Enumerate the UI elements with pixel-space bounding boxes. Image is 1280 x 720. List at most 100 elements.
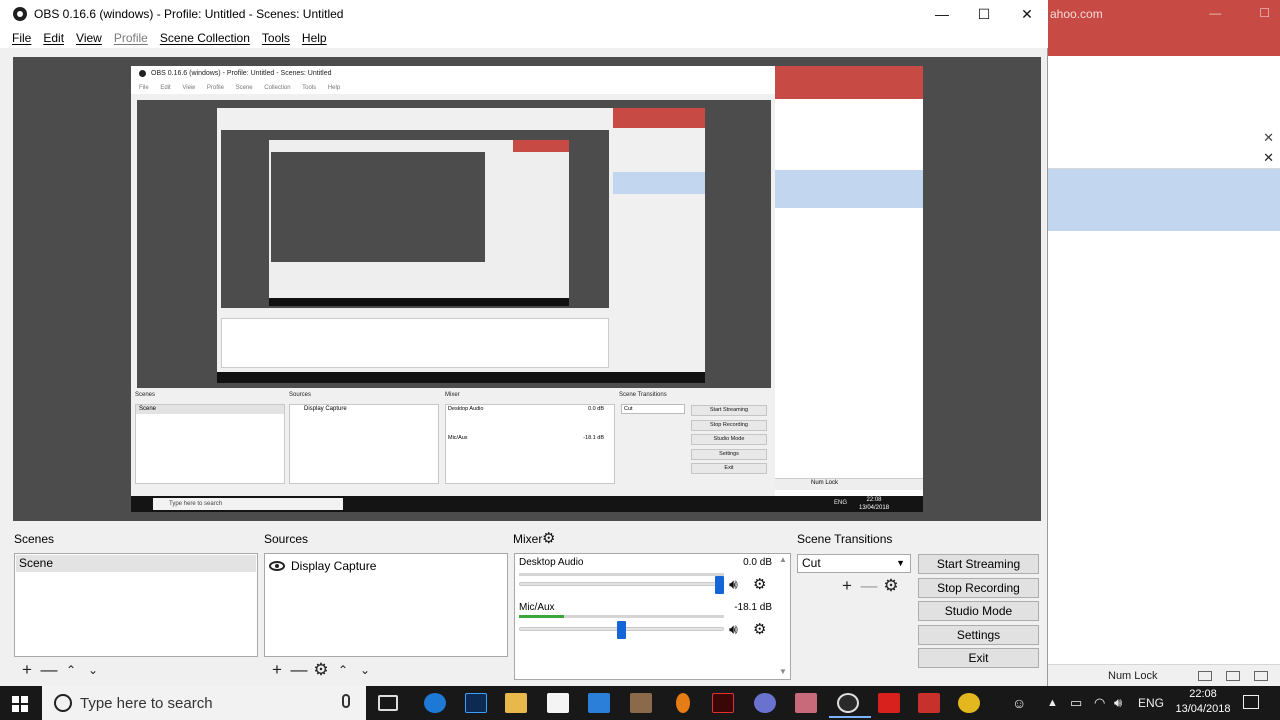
nested-desktop-db: 0.0 dB — [588, 406, 604, 412]
gear-icon[interactable]: ⚙ — [753, 620, 766, 638]
chevron-down-icon: ▼ — [896, 558, 905, 568]
move-down-icon[interactable]: ⌄ — [82, 660, 104, 680]
nested-mic: Mic/Aux — [448, 435, 468, 441]
menu-help[interactable]: Help — [302, 31, 327, 45]
action-center-icon[interactable] — [1243, 695, 1259, 709]
sources-toolbar: + — ⚙ ⌃ ⌄ — [266, 660, 376, 680]
speaker-icon[interactable]: 🔊︎ — [729, 621, 738, 638]
close-icon[interactable]: ✕ — [1263, 130, 1274, 146]
gear-icon[interactable]: ⚙ — [310, 660, 332, 680]
language-indicator[interactable]: ENG — [1138, 686, 1164, 720]
menu-view[interactable]: View — [76, 31, 102, 45]
maximize-button[interactable]: ☐ — [962, 0, 1006, 28]
nested-numlock: Num Lock — [811, 480, 839, 486]
menu-edit[interactable]: Edit — [43, 31, 64, 45]
title-bar[interactable]: OBS 0.16.6 (windows) - Profile: Untitled… — [0, 0, 1048, 28]
settings-sun-icon[interactable] — [958, 693, 980, 713]
volume-icon[interactable]: 🔊︎ — [1114, 686, 1122, 720]
transition-selected-value: Cut — [802, 556, 821, 570]
nested-language: ENG — [834, 500, 848, 506]
close-button[interactable]: ✕ — [1005, 0, 1049, 28]
add-icon[interactable]: + — [266, 660, 288, 680]
chevron-up-icon[interactable]: ▲ — [1047, 686, 1058, 720]
gear-icon[interactable]: ⚙ — [753, 575, 766, 593]
menu-file[interactable]: File — [12, 31, 31, 45]
mail-icon[interactable] — [547, 693, 569, 713]
battery-icon[interactable]: ▭ — [1070, 686, 1082, 720]
speaker-icon[interactable]: 🔊︎ — [729, 576, 738, 593]
mixer-scrollbar[interactable]: ▲ ▼ — [777, 555, 789, 678]
move-up-icon[interactable]: ⌃ — [60, 660, 82, 680]
flash-player-icon[interactable] — [878, 693, 900, 713]
remove-icon[interactable]: — — [288, 660, 310, 680]
archive-icon[interactable] — [795, 693, 817, 713]
cortana-icon — [54, 694, 72, 712]
add-icon[interactable]: + — [16, 660, 38, 680]
store-icon[interactable] — [588, 693, 610, 713]
source-item[interactable]: Display Capture — [269, 557, 376, 574]
studio-mode-button[interactable]: Studio Mode — [918, 601, 1039, 621]
add-icon[interactable]: + — [836, 576, 858, 596]
transition-select[interactable]: Cut ▼ — [797, 554, 911, 573]
nested-preview — [137, 100, 771, 388]
mixer-dock-title: Mixer — [513, 532, 543, 546]
nested-time: 22:08 — [866, 497, 882, 503]
nested-sources-label: Sources — [289, 392, 312, 398]
remove-icon[interactable]: — — [858, 576, 880, 596]
taskbar-search-box[interactable]: Type here to search — [42, 686, 366, 720]
sources-list[interactable]: Display Capture — [264, 553, 508, 657]
close-icon[interactable]: ✕ — [1263, 150, 1274, 166]
preview-canvas[interactable]: OBS 0.16.6 (windows) - Profile: Untitled… — [13, 57, 1041, 521]
page-layout-icon[interactable] — [1225, 670, 1240, 681]
settings-button[interactable]: Settings — [918, 625, 1039, 645]
page-break-icon[interactable] — [1253, 670, 1268, 681]
menu-tools[interactable]: Tools — [262, 31, 290, 45]
mic-aux-level — [519, 615, 564, 618]
microphone-icon[interactable] — [342, 694, 350, 708]
mic-aux-meter — [519, 615, 724, 618]
vlc-icon[interactable] — [676, 693, 690, 713]
background-browser-window[interactable]: ahoo.com — ☐ ✕ ✕ Num Lock — [1048, 0, 1280, 686]
desktop-audio-volume-track[interactable] — [519, 582, 724, 586]
nested-settings: Settings — [691, 449, 767, 460]
remove-icon[interactable]: — — [38, 660, 60, 680]
nested-docks: Scenes Sources Mixer Scene Transitions S… — [131, 390, 775, 486]
scene-item[interactable]: Scene — [16, 555, 256, 572]
menu-profile[interactable]: Profile — [114, 31, 148, 45]
scroll-up-icon[interactable]: ▲ — [779, 555, 787, 564]
paint-icon[interactable] — [630, 693, 652, 713]
nested2-docks — [221, 318, 609, 368]
gear-icon[interactable]: ⚙ — [880, 576, 902, 596]
people-icon[interactable]: ☺ — [1012, 686, 1026, 720]
nested-source-item: Display Capture — [304, 406, 347, 412]
edge-browser-icon[interactable] — [424, 693, 446, 713]
move-down-icon[interactable]: ⌄ — [354, 660, 376, 680]
taskbar-clock[interactable]: 22:08 13/04/2018 — [1175, 687, 1231, 717]
mic-aux-volume-slider[interactable] — [617, 621, 626, 639]
scroll-down-icon[interactable]: ▼ — [779, 667, 787, 676]
wifi-icon[interactable]: ◠ — [1094, 686, 1105, 720]
minimize-button[interactable]: — — [920, 0, 964, 28]
nested2-taskbar — [217, 372, 705, 383]
obs-taskbar-icon[interactable] — [829, 693, 871, 718]
exit-button[interactable]: Exit — [918, 648, 1039, 668]
file-explorer-icon[interactable] — [505, 693, 527, 713]
flash-icon[interactable] — [712, 693, 734, 713]
desktop-audio-volume-slider[interactable] — [715, 576, 724, 594]
menu-scene-collection[interactable]: Scene Collection — [160, 31, 250, 45]
task-view-icon[interactable] — [378, 695, 398, 711]
background-selected-row[interactable] — [1048, 169, 1280, 231]
mixer-gear-icon[interactable]: ⚙ — [542, 529, 555, 547]
scenes-toolbar: + — ⌃ ⌄ — [16, 660, 104, 680]
access-icon[interactable] — [918, 693, 940, 713]
media-app-icon[interactable] — [754, 693, 776, 713]
visibility-eye-icon[interactable] — [269, 560, 285, 571]
stop-recording-button[interactable]: Stop Recording — [918, 578, 1039, 598]
scenes-list[interactable]: Scene — [14, 553, 258, 657]
obs-window: OBS 0.16.6 (windows) - Profile: Untitled… — [0, 0, 1048, 686]
start-streaming-button[interactable]: Start Streaming — [918, 554, 1039, 574]
normal-view-icon[interactable] — [1197, 670, 1212, 681]
windows-start-icon[interactable] — [12, 696, 28, 712]
move-up-icon[interactable]: ⌃ — [332, 660, 354, 680]
photoshop-icon[interactable] — [465, 693, 487, 713]
